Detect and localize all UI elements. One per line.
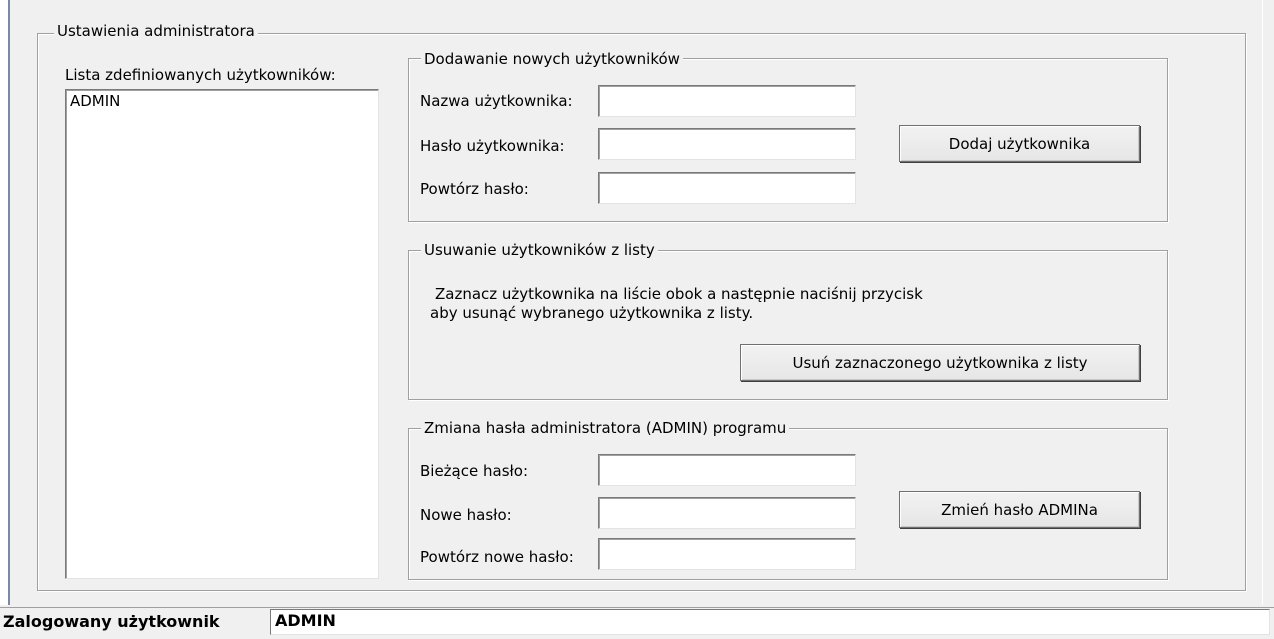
admin-settings-group-title: Ustawienia administratora (54, 22, 258, 40)
username-label: Nazwa użytkownika: (420, 92, 573, 110)
users-list-label: Lista zdefiniowanych użytkowników: (65, 66, 336, 84)
user-password-input[interactable] (598, 128, 856, 160)
remove-user-group-title: Usuwanie użytkowników z listy (421, 241, 658, 259)
current-password-label: Bieżące hasło: (420, 462, 529, 480)
new-password-label: Nowe hasło: (420, 506, 512, 524)
new-password-input[interactable] (598, 497, 856, 529)
window-left-border (0, 0, 10, 605)
window-right-strip (1262, 0, 1274, 605)
repeat-new-password-input[interactable] (598, 538, 856, 570)
repeat-password-input[interactable] (598, 172, 856, 204)
logged-user-label: Zalogowany użytkownik (3, 612, 220, 631)
add-user-group-title: Dodawanie nowych użytkowników (421, 50, 683, 68)
change-admin-password-group-title: Zmiana hasła administratora (ADMIN) prog… (421, 419, 790, 437)
user-password-label: Hasło użytkownika: (420, 137, 565, 155)
add-user-button[interactable]: Dodaj użytkownika (899, 125, 1140, 162)
repeat-password-label: Powtórz hasło: (420, 180, 529, 198)
change-admin-password-button[interactable]: Zmień hasło ADMINa (899, 491, 1140, 528)
remove-instruction-line2: aby usunąć wybranego użytkownika z listy… (430, 304, 754, 322)
current-password-input[interactable] (598, 454, 856, 486)
remove-instruction-line1: Zaznacz użytkownika na liście obok a nas… (435, 285, 923, 303)
remove-selected-user-button[interactable]: Usuń zaznaczonego użytkownika z listy (740, 344, 1140, 381)
username-input[interactable] (598, 85, 856, 117)
users-listbox[interactable]: ADMIN (65, 89, 379, 579)
repeat-new-password-label: Powtórz nowe hasło: (420, 548, 574, 566)
list-item[interactable]: ADMIN (66, 90, 378, 112)
logged-user-value: ADMIN (270, 609, 1270, 635)
